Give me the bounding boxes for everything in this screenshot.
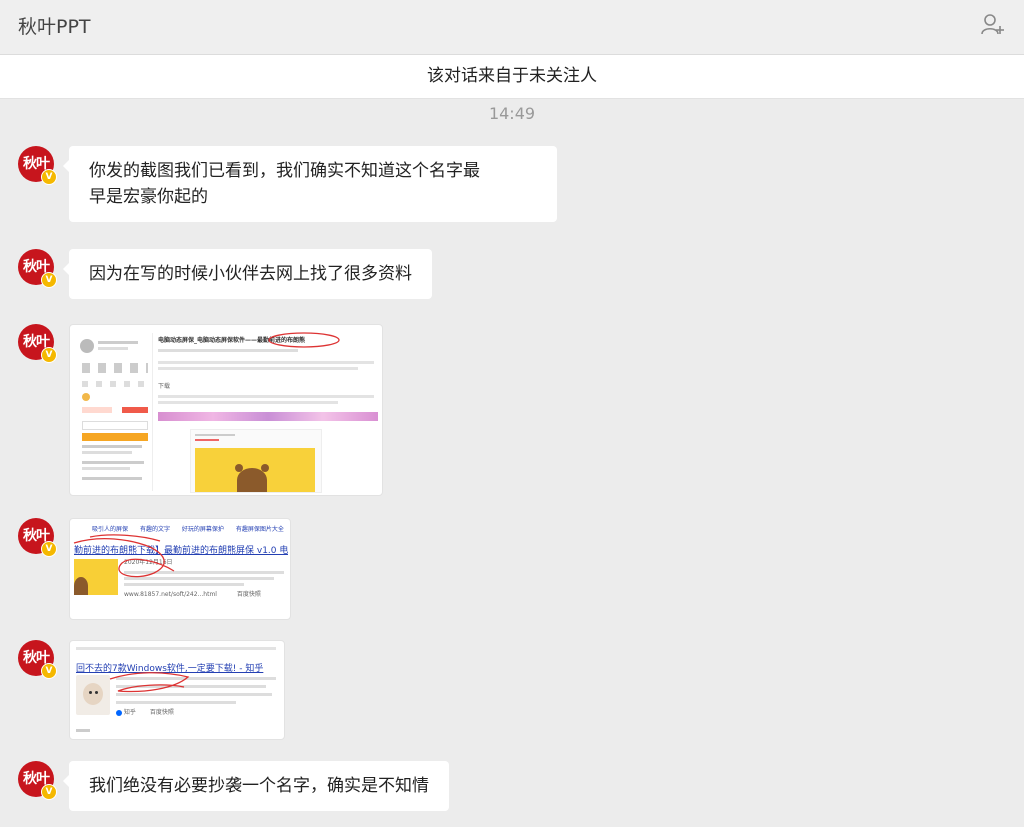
image-message[interactable]: 回不去的7款Windows软件,一定要下载! - 知乎 知乎 百度快照 — [69, 640, 285, 740]
related-search-tabs: 吸引人的屏保 有趣的文字 好玩的屏幕保护 有趣屏保图片大全 — [92, 524, 284, 533]
snapshot-link: 百度快照 — [236, 591, 261, 598]
red-circle-annotation — [268, 332, 340, 348]
verified-badge-icon: V — [41, 169, 57, 185]
message-bubble[interactable]: 因为在写的时候小伙伴去网上找了很多资料 — [63, 249, 432, 299]
article-section-label: 下载 — [158, 383, 171, 390]
profile-avatar — [80, 339, 94, 353]
related-tab: 有趣的文字 — [139, 526, 170, 533]
sender-avatar[interactable]: 秋叶 V — [18, 640, 57, 679]
sender-avatar[interactable]: 秋叶 V — [18, 324, 57, 363]
image-message[interactable]: 电脑动态屏保_电脑动态屏保软件——最勤前进的布朗熊 下载 — [69, 324, 383, 496]
related-tab: 吸引人的屏保 — [92, 526, 129, 533]
message-bubble[interactable]: 我们绝没有必要抄袭一个名字，确实是不知情 — [63, 761, 449, 811]
snapshot-link: 百度快照 — [149, 709, 174, 716]
pink-banner — [158, 412, 378, 421]
related-tab: 有趣屏保图片大全 — [235, 526, 284, 533]
verified-badge-icon: V — [41, 347, 57, 363]
bear-thumbnail — [195, 448, 315, 492]
image-message[interactable]: 吸引人的屏保 有趣的文字 好玩的屏幕保护 有趣屏保图片大全 勤前进的布朗熊下载】… — [69, 518, 291, 620]
related-tab: 好玩的屏幕保护 — [181, 526, 224, 533]
zhihu-icon — [116, 709, 122, 716]
unfollowed-notice: 该对话来自于未关注人 — [0, 55, 1024, 99]
sender-avatar[interactable]: 秋叶 V — [18, 249, 57, 288]
chat-title: 秋叶PPT — [18, 16, 91, 38]
message-bubble[interactable]: 你发的截图我们已看到，我们确实不知道这个名字最 早是宏豪你起的 — [63, 146, 557, 222]
verified-badge-icon: V — [41, 663, 57, 679]
sender-avatar[interactable]: 秋叶 V — [18, 518, 57, 557]
profile-panel — [78, 333, 153, 491]
message-line: 因为在写的时候小伙伴去网上找了很多资料 — [89, 264, 412, 284]
embedded-preview — [190, 429, 322, 493]
message-line: 早是宏豪你起的 — [89, 187, 208, 207]
verified-badge-icon: V — [41, 784, 57, 800]
sender-avatar[interactable]: 秋叶 V — [18, 761, 57, 800]
red-scribble-annotation — [73, 534, 175, 578]
message-timestamp: 14:49 — [488, 104, 536, 123]
result-source: 知乎 — [123, 709, 136, 716]
verified-badge-icon: V — [41, 541, 57, 557]
verified-badge-icon: V — [41, 272, 57, 288]
red-scribble-annotation — [109, 672, 190, 693]
message-line: 你发的截图我们已看到，我们确实不知道这个名字最 — [89, 161, 480, 181]
chat-header: 秋叶PPT — [0, 0, 1024, 55]
add-user-icon[interactable] — [980, 12, 1006, 38]
sender-avatar[interactable]: 秋叶 V — [18, 146, 57, 185]
message-line: 我们绝没有必要抄袭一个名字，确实是不知情 — [89, 776, 429, 796]
